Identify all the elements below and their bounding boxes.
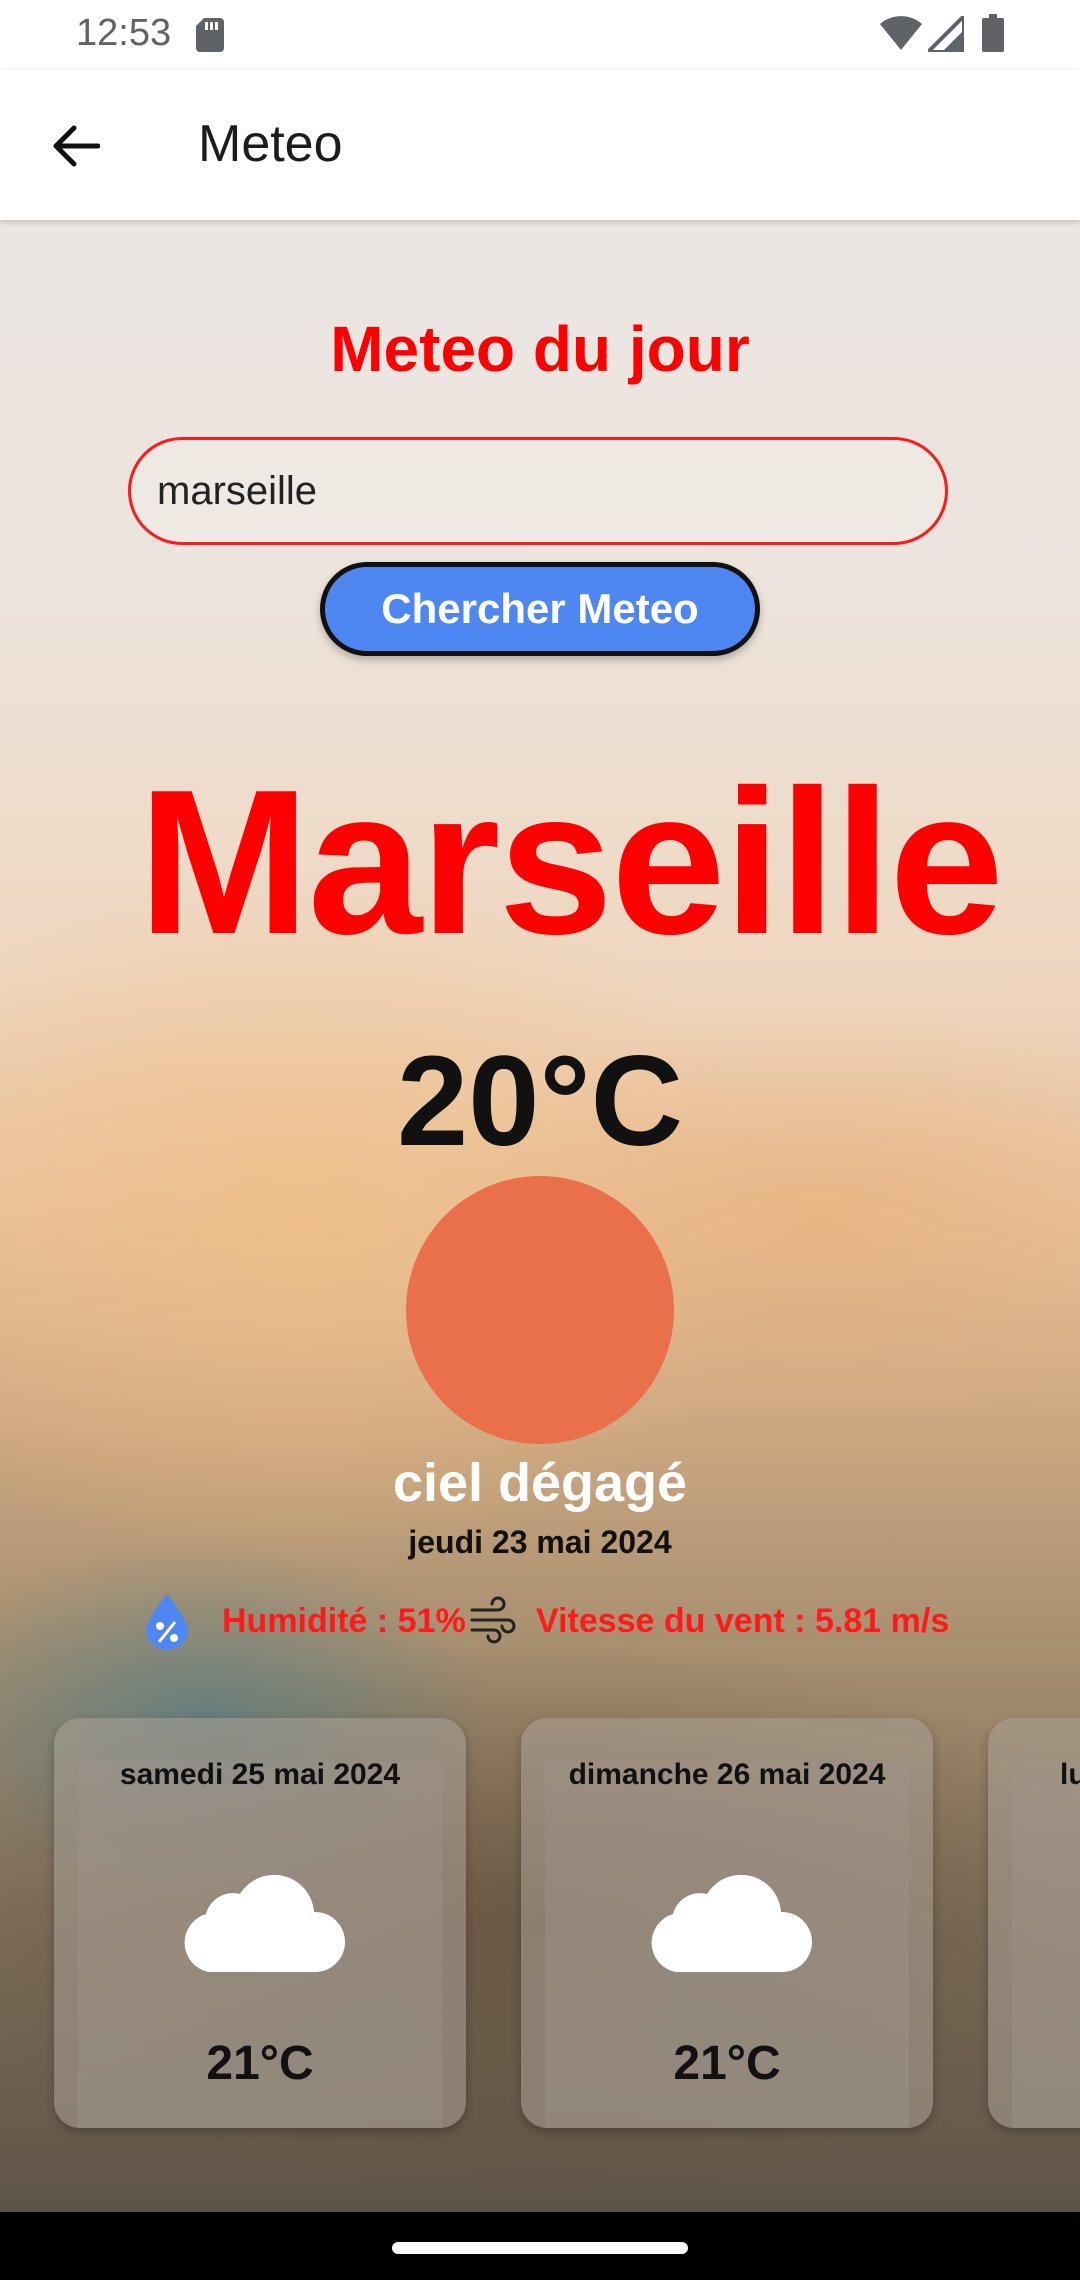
- sd-card-icon: [196, 18, 224, 52]
- humidity-drop-icon: [146, 1594, 188, 1650]
- forecast-temperature: 21°C: [206, 2037, 314, 2090]
- forecast-date: samedi 25 mai 2024: [119, 1758, 401, 1791]
- forecast-date: dimanche 26 mai 2024: [568, 1758, 886, 1791]
- current-temperature: 20°C: [397, 1030, 683, 1173]
- home-gesture-handle[interactable]: [392, 2242, 688, 2254]
- wifi-icon: [880, 16, 922, 50]
- status-bar: 12:53: [0, 0, 1080, 70]
- sun-circle-icon: [406, 1176, 674, 1444]
- signal-icon: [928, 16, 964, 52]
- wind-speed-value: Vitesse du vent : 5.81 m/s: [536, 1602, 950, 1640]
- wind-icon: [470, 1596, 516, 1644]
- city-search-input[interactable]: [128, 437, 948, 545]
- weather-description: ciel dégagé: [392, 1453, 688, 1513]
- forecast-temperature: 21°C: [673, 2037, 781, 2090]
- cloud-icon: [184, 1874, 346, 1972]
- weather-details: Humidité : 51% Vitesse du vent : 5.81 m/…: [0, 1592, 1080, 1652]
- cloud-icon: [651, 1874, 813, 1972]
- current-date: jeudi 23 mai 2024: [408, 1524, 672, 1560]
- forecast-card[interactable]: dimanche 26 mai 2024 21°C: [521, 1718, 933, 2128]
- app-title: Meteo: [198, 115, 343, 173]
- navigation-bar: [0, 2212, 1080, 2280]
- arrow-left-icon: [53, 125, 100, 167]
- humidity-value: Humidité : 51%: [222, 1602, 466, 1640]
- page-heading: Meteo du jour: [330, 313, 750, 385]
- forecast-card[interactable]: lu: [988, 1718, 1080, 2128]
- status-time: 12:53: [76, 12, 172, 54]
- screen: 12:53 Meteo Meteo du jour Cher: [0, 0, 1080, 2280]
- forecast-date: lu: [1060, 1758, 1080, 1791]
- search-weather-button[interactable]: Chercher Meteo: [320, 562, 760, 656]
- app-bar: Meteo: [0, 70, 1080, 220]
- battery-icon: [982, 14, 1004, 52]
- back-button[interactable]: [40, 110, 112, 182]
- city-name: Marseille: [138, 747, 1004, 977]
- forecast-card[interactable]: samedi 25 mai 2024 21°C: [54, 1718, 466, 2128]
